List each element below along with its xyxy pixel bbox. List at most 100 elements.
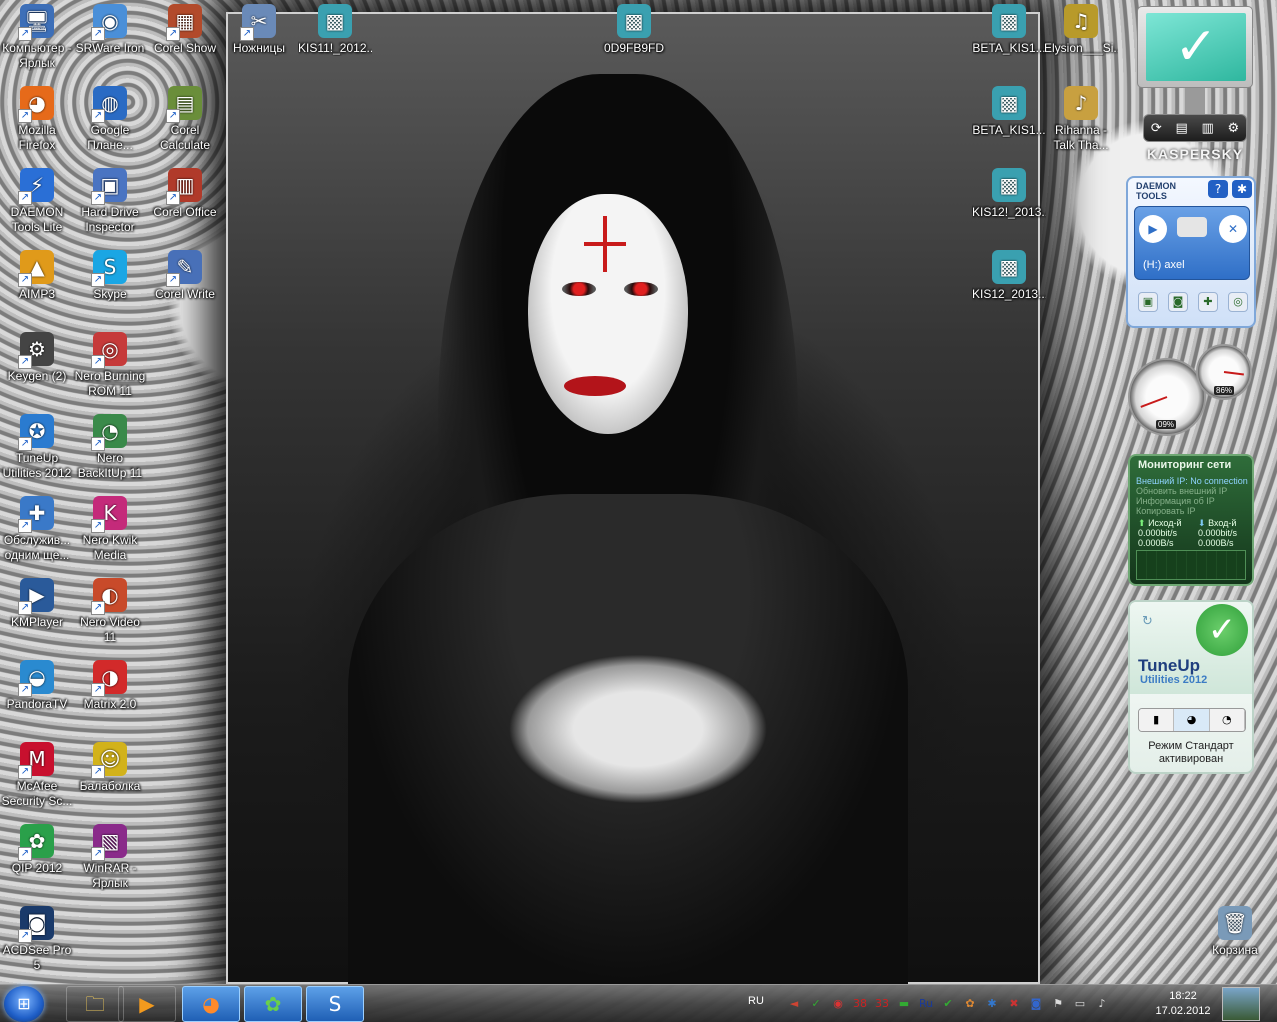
desktop-icon-label: Hard Drive Inspector xyxy=(81,205,139,234)
taskbar-explorer-button[interactable]: 🗀 xyxy=(66,986,124,1022)
daemon-tools-gadget[interactable]: DAEMON TOOLS ? ✱ ▶ ✕ (H:) axel ▣ ◙ ✚ ◎ xyxy=(1126,176,1256,328)
tuneup-gadget[interactable]: ↻ ✓ TuneUp Utilities 2012 ▮ ◕ ◔ Режим Ст… xyxy=(1128,600,1254,774)
turbo-mode-icon[interactable]: ◔ xyxy=(1209,709,1245,731)
tray-icon[interactable]: ◙ xyxy=(1028,996,1044,1012)
tray-icon[interactable]: Ru xyxy=(918,996,934,1012)
check-icon: ✓ xyxy=(1146,13,1246,81)
show-desktop-button[interactable] xyxy=(1222,987,1260,1021)
desktop-icon[interactable]: ◙ACDSee Pro 5 xyxy=(0,906,74,973)
desktop-icon-label: KMPlayer xyxy=(10,615,63,629)
tray-icon[interactable]: ✓ xyxy=(808,996,824,1012)
image-icon[interactable]: ◙ xyxy=(1168,292,1188,312)
desktop-icon[interactable]: ▶KMPlayer xyxy=(0,578,74,630)
desktop-icon[interactable]: ◔Nero BackItUp 11 xyxy=(73,414,147,481)
kaspersky-settings-button[interactable]: ⚙ xyxy=(1227,121,1239,136)
desktop-icon[interactable]: KNero Kwik Media xyxy=(73,496,147,563)
desktop-icon-label: KIS12_2013... xyxy=(972,287,1046,301)
desktop-icon[interactable]: ▩ BETA_KIS1... xyxy=(972,4,1046,56)
taskbar-media-player-button[interactable]: ▶ xyxy=(118,986,176,1022)
tray-icon[interactable]: ⚑ xyxy=(1050,996,1066,1012)
desktop-icon[interactable]: ✂Ножницы xyxy=(222,4,296,56)
refresh-ip-link[interactable]: Обновить внешний IP xyxy=(1136,486,1227,496)
desktop-icon[interactable]: ◎Nero Burning ROM 11 xyxy=(73,332,147,399)
desktop-icon[interactable]: MMcAfee Security Sc... xyxy=(0,742,74,809)
tray-icon[interactable]: ◄ xyxy=(786,996,802,1012)
desktop-icon[interactable]: ⚙Keygen (2) xyxy=(0,332,74,384)
tray-icon[interactable]: ✱ xyxy=(984,996,1000,1012)
desktop-icon[interactable]: ▩ KIS12_2013... xyxy=(972,250,1046,302)
daemon-drive-panel[interactable]: ▶ ✕ (H:) axel xyxy=(1134,206,1250,280)
kaspersky-news-button[interactable]: ▥ xyxy=(1201,121,1213,136)
tray-icon[interactable]: ✿ xyxy=(962,996,978,1012)
desktop-icon-label: Nero Video 11 xyxy=(80,615,140,644)
desktop-icon-label: Nero BackItUp 11 xyxy=(77,451,143,480)
desktop-icon[interactable]: ◍Google Плане... xyxy=(73,86,147,153)
tray-icon[interactable]: ✖ xyxy=(1006,996,1022,1012)
desktop-icon[interactable]: 🖥Компьютер - Ярлык xyxy=(0,4,74,71)
tray-icon[interactable]: 38 xyxy=(852,996,868,1012)
copy-ip-link[interactable]: Копировать IP xyxy=(1136,506,1195,516)
desktop-icon[interactable]: ☺Балаболка xyxy=(73,742,147,794)
language-indicator[interactable]: RU xyxy=(748,995,764,1007)
desktop-icon[interactable]: ▥Corel Office xyxy=(148,168,222,220)
tray-icon[interactable]: ▭ xyxy=(1072,996,1088,1012)
desktop-icon[interactable]: SSkype xyxy=(73,250,147,302)
app-icon: ▦ xyxy=(166,4,202,41)
desktop-icon[interactable]: ✚Обслужив... одним ще... xyxy=(0,496,74,563)
add-icon[interactable]: ✚ xyxy=(1198,292,1218,312)
kaspersky-update-button[interactable]: ⟳ xyxy=(1151,121,1162,136)
standard-mode-icon[interactable]: ◕ xyxy=(1174,709,1210,731)
tray-icon[interactable]: ♪ xyxy=(1094,996,1110,1012)
wrench-icon[interactable]: ✕ xyxy=(1219,215,1247,243)
tuneup-name: TuneUp xyxy=(1138,656,1201,675)
drive-settings-icon[interactable]: ◎ xyxy=(1228,292,1248,312)
taskbar-firefox-button[interactable]: ◕ xyxy=(182,986,240,1022)
economy-mode-icon[interactable]: ▮ xyxy=(1139,709,1175,731)
taskbar-qip-button[interactable]: ✿ xyxy=(244,986,302,1022)
desktop-icon[interactable]: ▧WinRAR - Ярлык xyxy=(73,824,147,891)
desktop-icon[interactable]: ✿QIP 2012 xyxy=(0,824,74,876)
tray-icon[interactable]: ▬ xyxy=(896,996,912,1012)
desktop-icon[interactable]: ▣Hard Drive Inspector xyxy=(73,168,147,235)
tray-icon[interactable]: ✔ xyxy=(940,996,956,1012)
desktop-icon-label: McAfee Security Sc... xyxy=(1,779,73,808)
desktop-icon-label: Skype xyxy=(93,287,127,301)
clock-date: 17.02.2012 xyxy=(1155,1005,1211,1017)
kaspersky-reports-button[interactable]: ▤ xyxy=(1175,121,1187,136)
desktop-icon[interactable]: ▲AIMP3 xyxy=(0,250,74,302)
desktop-icon[interactable]: ◉SRWare Iron xyxy=(73,4,147,56)
refresh-icon[interactable]: ↻ xyxy=(1142,614,1153,629)
desktop-icon[interactable]: ◕Mozilla Firefox xyxy=(0,86,74,153)
play-icon[interactable]: ▶ xyxy=(1139,215,1167,243)
desktop-icon[interactable]: ♪ Rihanna - Talk Tha... xyxy=(1044,86,1118,153)
desktop-icon[interactable]: ⚡DAEMON Tools Lite xyxy=(0,168,74,235)
cpu-meter-gadget[interactable]: 09% 86% xyxy=(1126,344,1254,436)
desktop-icon[interactable]: ▩ KIS11!_2012... xyxy=(298,4,372,56)
start-button[interactable]: ⊞ xyxy=(4,986,44,1022)
daemon-settings-button[interactable]: ✱ xyxy=(1232,180,1252,198)
app-icon: ▩ xyxy=(318,4,352,38)
desktop-icon[interactable]: ▩ KIS12!_2013... xyxy=(972,168,1046,220)
desktop-icon[interactable]: ▩ 0D9FB9FD xyxy=(597,4,671,56)
kaspersky-gadget[interactable]: ✓ ⟳ ▤ ▥ ⚙ KASPERSKY xyxy=(1133,4,1257,164)
download-label: Вход-й xyxy=(1208,518,1237,528)
ip-info-link[interactable]: Информация об IP xyxy=(1136,496,1215,506)
clock[interactable]: 18:22 17.02.2012 xyxy=(1150,989,1216,1019)
tray-icon[interactable]: ◉ xyxy=(830,996,846,1012)
desktop-icon[interactable]: ✎Corel Write xyxy=(148,250,222,302)
desktop-icon[interactable]: ▤Corel Calculate xyxy=(148,86,222,153)
help-button[interactable]: ? xyxy=(1208,180,1228,198)
desktop-icon-label: Corel Show xyxy=(153,41,217,55)
mount-icon[interactable]: ▣ xyxy=(1138,292,1158,312)
network-monitor-gadget[interactable]: Мониторинг сети Внешний IP: No connectio… xyxy=(1128,454,1254,586)
desktop-icon[interactable]: 🗑 Корзина xyxy=(1198,906,1272,958)
desktop-icon[interactable]: ♫ Elysion___Si... xyxy=(1044,4,1118,56)
desktop-icon[interactable]: ◑Matrix 2.0 xyxy=(73,660,147,712)
tray-icon[interactable]: 33 xyxy=(874,996,890,1012)
desktop-icon[interactable]: ◐Nero Video 11 xyxy=(73,578,147,645)
desktop-icon[interactable]: ▩ BETA_KIS1... xyxy=(972,86,1046,138)
desktop-icon[interactable]: ◒PandoraTV xyxy=(0,660,74,712)
taskbar-skype-button[interactable]: S xyxy=(306,986,364,1022)
desktop-icon[interactable]: ▦Corel Show xyxy=(148,4,222,56)
desktop-icon[interactable]: ✪TuneUp Utilities 2012 xyxy=(0,414,74,481)
